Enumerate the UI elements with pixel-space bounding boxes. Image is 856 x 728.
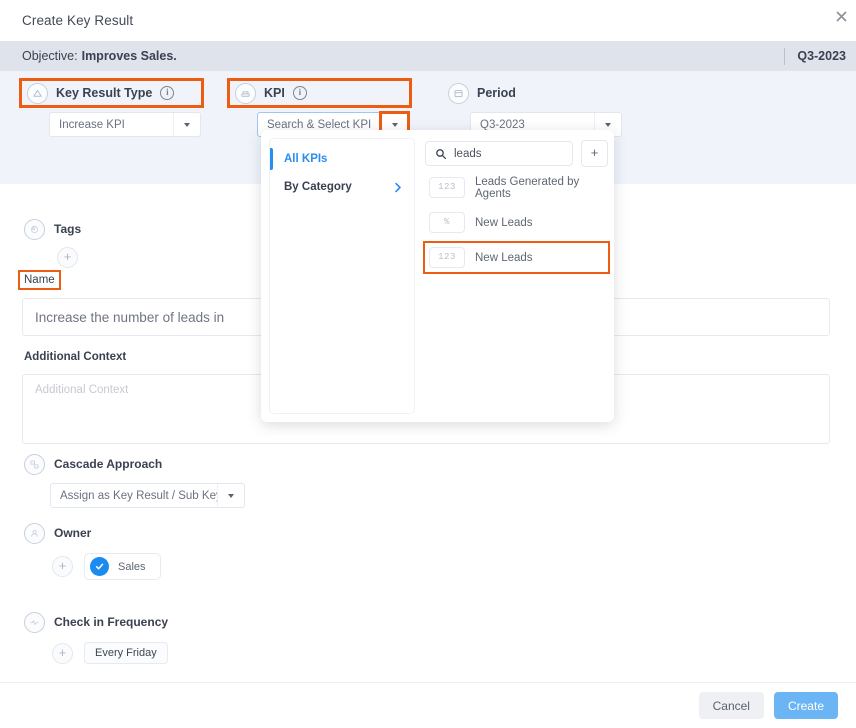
dialog-titlebar: Create Key Result (0, 0, 856, 41)
cascade-icon (24, 453, 45, 475)
kpi-label: KPI (264, 86, 285, 100)
kpi-header: KPI i (227, 78, 412, 108)
calendar-icon (448, 82, 469, 104)
key-result-type-value: Increase KPI (59, 118, 125, 131)
field-kpi: KPI i Search & Select KPI (227, 78, 412, 138)
triangle-up-circle-icon (27, 82, 48, 104)
check-in-frequency-header: Check in Frequency (24, 611, 169, 633)
user-icon (24, 522, 45, 544)
kpi-results-pane: leads + 123 Leads Generated by Agents % … (415, 138, 610, 414)
key-result-type-label: Key Result Type (56, 86, 153, 100)
pulse-icon (24, 611, 45, 633)
search-icon (435, 148, 447, 160)
cascade-approach-header: Cascade Approach (24, 453, 245, 475)
additional-context-placeholder: Additional Context (35, 384, 129, 396)
kpi-category-all[interactable]: All KPIs (270, 145, 414, 173)
tags-label: Tags (54, 222, 82, 236)
section-additional-context: Additional Context (20, 349, 130, 365)
kpi-result-item[interactable]: 123 Leads Generated by Agents (425, 173, 608, 202)
objective-bar: Objective: Improves Sales. Q3-2023 (0, 41, 856, 71)
tags-add-button[interactable]: + (57, 247, 78, 268)
kpi-result-item[interactable]: % New Leads (425, 208, 608, 237)
chevron-down-icon[interactable] (217, 484, 244, 507)
kpi-search-row: leads + (425, 140, 608, 167)
kpi-category-list: All KPIs By Category (269, 138, 415, 414)
check-in-frequency-label: Check in Frequency (54, 615, 169, 629)
kpi-result-name: Leads Generated by Agents (475, 175, 580, 200)
objective-text: Objective: Improves Sales. (22, 49, 177, 63)
kpi-type-badge: 123 (429, 177, 465, 198)
kpi-category-all-label: All KPIs (284, 153, 328, 165)
cascade-approach-select[interactable]: Assign as Key Result / Sub Key … (50, 483, 245, 508)
section-check-in-frequency: Check in Frequency + Every Friday (24, 611, 169, 664)
kpi-type-badge: % (429, 212, 465, 233)
cascade-approach-label: Cascade Approach (54, 457, 163, 471)
objective-label: Objective: (22, 49, 78, 63)
additional-context-label: Additional Context (24, 351, 127, 363)
owner-header: Owner (24, 522, 161, 544)
kpi-search-value: leads (454, 147, 482, 160)
divider (784, 47, 786, 65)
kpi-stack-icon (235, 82, 256, 104)
kpi-dropdown-panel: All KPIs By Category leads + 123 Leads G… (261, 130, 614, 422)
kpi-category-by-category-label: By Category (284, 181, 352, 193)
close-icon[interactable] (836, 11, 852, 27)
key-result-type-header: Key Result Type i (19, 78, 204, 108)
kpi-add-button[interactable]: + (581, 140, 608, 167)
chevron-down-icon[interactable] (173, 113, 200, 136)
owner-chip[interactable]: Sales (84, 553, 161, 580)
kpi-result-name: New Leads (475, 216, 533, 229)
check-in-frequency-chip[interactable]: Every Friday (84, 642, 168, 664)
info-icon[interactable]: i (160, 86, 175, 100)
kpi-search-input[interactable]: leads (425, 141, 573, 166)
section-name: Name (18, 270, 61, 290)
check-in-frequency-add-button[interactable]: + (52, 642, 73, 664)
tags-header: Tags (24, 218, 82, 240)
field-period: Period Q3-2023 (443, 81, 622, 137)
kpi-result-item-highlighted[interactable]: 123 New Leads (423, 241, 610, 274)
kpi-result-name: New Leads (475, 251, 533, 264)
section-tags: Tags + (24, 218, 82, 268)
key-result-type-select[interactable]: Increase KPI (49, 112, 201, 137)
cascade-approach-value: Assign as Key Result / Sub Key … (60, 489, 217, 502)
kpi-type-badge: 123 (429, 247, 465, 268)
kpi-category-by-category[interactable]: By Category (270, 173, 414, 201)
name-label: Name (18, 270, 61, 290)
cancel-button[interactable]: Cancel (698, 692, 764, 719)
section-cascade-approach: Cascade Approach Assign as Key Result / … (24, 453, 245, 508)
owner-name: Sales (118, 560, 146, 573)
dialog-title: Create Key Result (22, 13, 134, 28)
period-label: Period (477, 86, 516, 100)
name-input-value: Increase the number of leads in (35, 309, 225, 325)
dialog-footer: Cancel Create (0, 682, 856, 728)
objective-period-badge: Q3-2023 (797, 49, 846, 63)
owner-label: Owner (54, 526, 92, 540)
chevron-right-icon (394, 182, 402, 193)
field-key-result-type: Key Result Type i Increase KPI (19, 78, 204, 137)
tag-icon (24, 218, 45, 240)
check-badge-icon (90, 557, 109, 576)
create-button[interactable]: Create (773, 692, 838, 719)
objective-period-area: Q3-2023 (784, 47, 846, 65)
owner-add-button[interactable]: + (52, 556, 73, 577)
objective-value: Improves Sales. (81, 49, 177, 63)
period-header: Period (443, 81, 622, 105)
info-icon[interactable]: i (292, 86, 307, 100)
section-owner: Owner + Sales (24, 522, 161, 580)
